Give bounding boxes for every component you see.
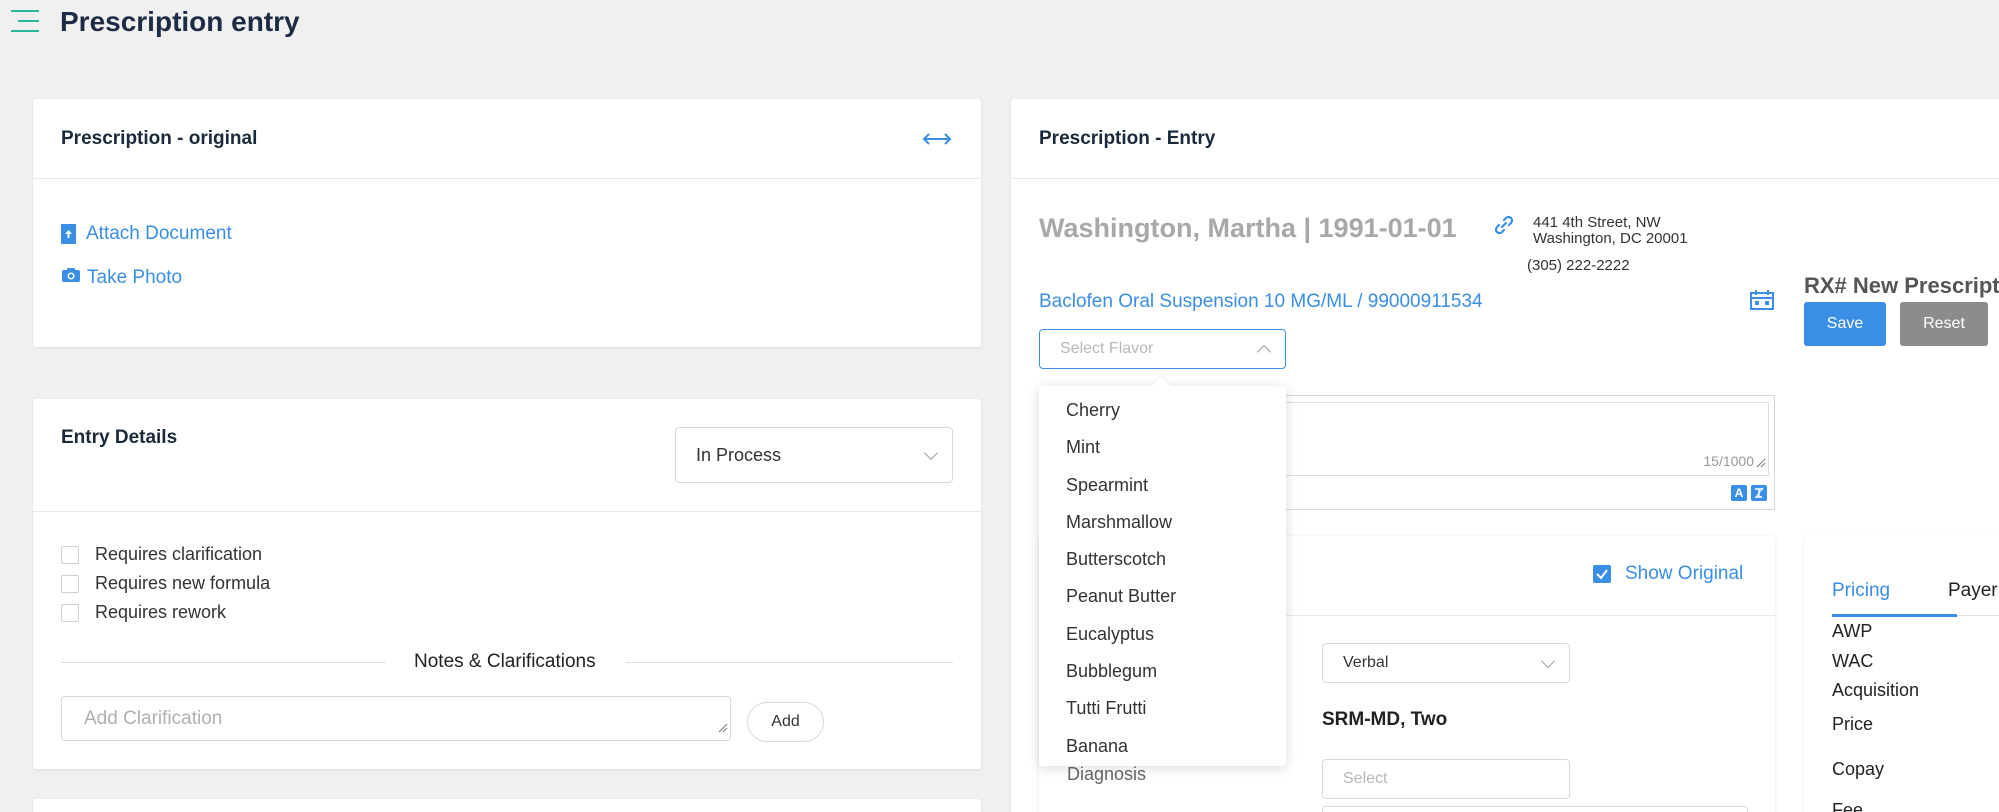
show-original-checkbox[interactable] [1593,565,1611,583]
resize-handle-icon[interactable] [1756,455,1766,473]
flavor-option[interactable]: Bubblegum [1039,653,1286,690]
prescription-original-card: Prescription - original Attach Document … [33,99,981,347]
take-photo-link[interactable]: Take Photo [61,267,182,289]
pricing-label-copay: Copay [1832,759,1885,779]
checkbox-list: Requires clarification Requires new form… [61,540,270,627]
checkbox-label: Requires new formula [95,573,271,593]
chevron-up-icon [1256,344,1272,360]
flavor-option[interactable]: Banana [1039,728,1286,765]
source-select[interactable]: Verbal [1322,643,1570,683]
pricing-label-price: Price [1832,714,1874,734]
card-title: Prescription - original [61,127,258,149]
pricing-label-awp: AWP [1832,621,1873,641]
diagnosis-label: Diagnosis [1067,764,1147,784]
sig-textarea[interactable]: 15/1000 [1284,402,1769,476]
diagnosis-placeholder: Select [1343,770,1388,787]
address-line1: 441 4th Street, NW [1533,214,1661,231]
entry-details-card: Entry Details In Process Requires clarif… [33,399,981,769]
chevron-down-icon [923,445,939,461]
tab-underline [1832,614,1957,617]
tab-payer[interactable]: Payer [1948,580,1998,602]
save-button[interactable]: Save [1804,302,1886,346]
link-icon[interactable] [1493,214,1515,241]
flavor-option[interactable]: Eucalyptus [1039,616,1286,653]
reset-button[interactable]: Reset [1900,302,1988,346]
calendar-icon[interactable] [1749,289,1775,316]
take-photo-label: Take Photo [87,267,183,288]
next-field [1322,806,1748,812]
pricing-label-wac: WAC [1832,651,1874,671]
clarification-input[interactable]: Add Clarification [61,696,731,741]
drug-link[interactable]: Baclofen Oral Suspension 10 MG/ML / 9900… [1039,291,1483,313]
prescriber-name: SRM-MD, Two [1322,709,1448,730]
attach-document-label: Attach Document [86,223,232,244]
checkbox-requires-clarification[interactable]: Requires clarification [61,540,270,569]
tab-bar-line [1957,615,1999,616]
file-upload-icon [61,224,76,244]
card-title: Prescription - Entry [1039,127,1216,149]
reset-button-label: Reset [1923,315,1965,332]
add-button[interactable]: Add [747,702,824,742]
address-line2: Washington, DC 20001 [1533,230,1688,247]
show-original-label[interactable]: Show Original [1625,563,1743,585]
attach-document-link[interactable]: Attach Document [61,223,232,245]
flavor-select[interactable]: Select Flavor [1039,329,1286,369]
char-count: 15/1000 [1703,453,1754,469]
source-value: Verbal [1343,654,1389,671]
chevron-down-icon [1540,653,1556,669]
save-button-label: Save [1826,315,1864,332]
font-icon[interactable]: A [1731,485,1747,501]
translate-icon[interactable] [1751,485,1767,501]
checkbox[interactable] [61,603,79,622]
checkbox-requires-rework[interactable]: Requires rework [61,598,270,627]
flavor-option[interactable]: Marshmallow [1039,504,1286,541]
flavor-option[interactable]: Spearmint [1039,467,1286,504]
tab-pricing[interactable]: Pricing [1832,580,1890,602]
clarification-placeholder: Add Clarification [84,708,223,729]
card-title: Entry Details [61,427,178,448]
notes-heading: Notes & Clarifications [414,651,596,672]
flavor-option[interactable]: Peanut Butter [1039,578,1286,615]
flavor-option[interactable]: Cherry [1039,392,1286,429]
status-value: In Process [696,444,782,465]
flavor-option[interactable]: Tutti Frutti [1039,690,1286,727]
flavor-option[interactable]: Butterscotch [1039,541,1286,578]
resize-handle-icon[interactable] [718,720,728,738]
flavor-placeholder: Select Flavor [1060,340,1154,357]
phone: (305) 222-2222 [1527,257,1630,274]
expand-horizontal-icon[interactable] [921,129,953,154]
camera-icon [61,267,81,289]
next-card [33,799,981,812]
status-select[interactable]: In Process [675,427,953,483]
page-title: Prescription entry [60,6,300,37]
diagnosis-select[interactable]: Select [1322,759,1570,799]
checkbox[interactable] [61,574,79,593]
checkbox-requires-new-formula[interactable]: Requires new formula [61,569,270,598]
divider-left [61,662,386,663]
flavor-dropdown: Cherry Mint Spearmint Marshmallow Butter… [1039,376,1286,766]
pricing-label-fee: Fee [1832,800,1864,812]
checkbox-label: Requires clarification [95,544,263,564]
rx-title: RX# New Prescript [1804,273,1999,298]
divider-right [626,662,953,663]
pricing-label-acquisition: Acquisition [1832,680,1920,700]
patient-name: Washington, Martha | 1991-01-01 [1039,213,1457,243]
checkbox-label: Requires rework [95,602,227,622]
add-button-label: Add [771,713,800,730]
menu-icon[interactable] [10,8,40,34]
checkbox[interactable] [61,545,79,564]
flavor-option[interactable]: Mint [1039,429,1286,466]
